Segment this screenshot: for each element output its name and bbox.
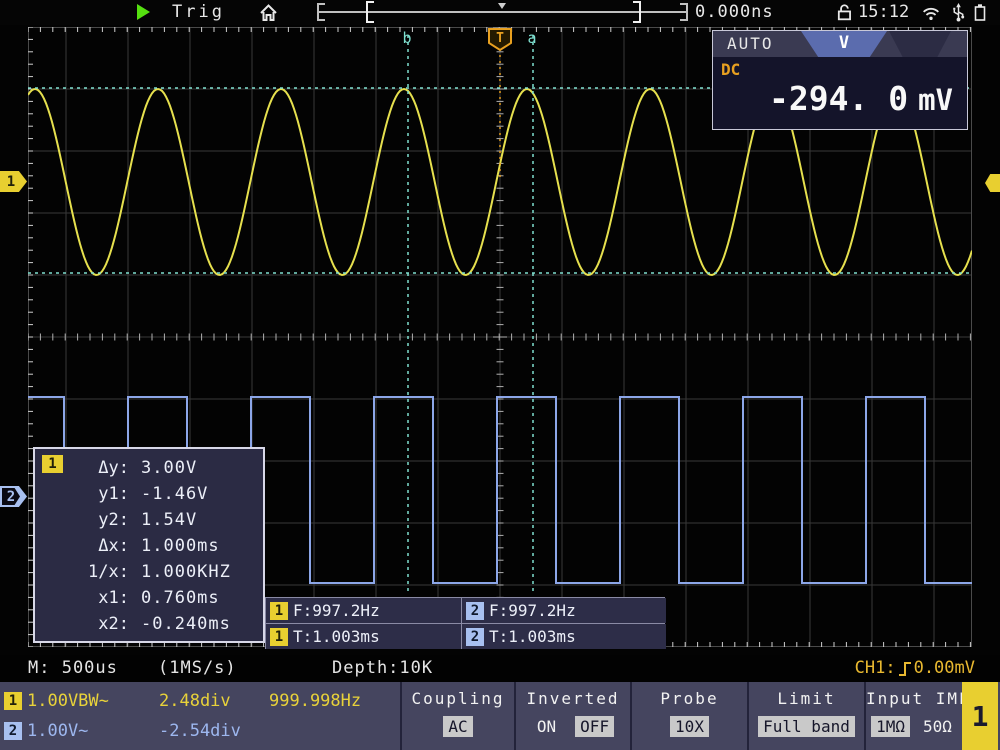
multimeter-mode: AUTO	[727, 34, 774, 53]
cursor-row-y1: y1:-1.46V	[41, 481, 255, 507]
probe-option-10x[interactable]: 10X	[670, 716, 709, 737]
multimeter-body: DC -294. 0mV	[713, 57, 967, 129]
limit-option-fullband[interactable]: Full band	[758, 716, 855, 737]
status-bar: M: 500us (1MS/s) Depth:10K CH1: 0.00mV	[0, 655, 1000, 682]
ch1-badge[interactable]: 1	[4, 692, 22, 710]
home-icon[interactable]	[258, 2, 279, 23]
sample-rate-readout: (1MS/s)	[158, 658, 237, 678]
rising-edge-icon	[898, 660, 912, 677]
top-bar: Trig 0.000ns 15:12	[0, 0, 1000, 25]
multimeter-header: AUTO V	[713, 31, 967, 57]
measurement-value: T:1.003ms	[293, 627, 380, 646]
coupling-option-ac[interactable]: AC	[443, 716, 472, 737]
battery-icon	[972, 3, 988, 22]
measurement-value: F:997.2Hz	[293, 601, 380, 620]
ch1-info-row: 1 1.00VBW~ 2.48div 999.998Hz	[0, 686, 400, 716]
cursor-row-dx: Δx:1.000ms	[41, 533, 255, 559]
input-imp-option-1mohm[interactable]: 1MΩ	[871, 716, 910, 737]
trigger-level-arrow[interactable]	[985, 174, 1000, 192]
multimeter-volts-tab[interactable]: V	[801, 31, 887, 57]
cursor-b-label[interactable]: b	[402, 29, 411, 47]
auto-measurements: 1 F:997.2Hz 2 F:997.2Hz 1 T:1.003ms 2 T:…	[265, 597, 665, 649]
cursor-measure-panel: 1 Δy:3.00V y1:-1.46V y2:1.54V Δx:1.000ms…	[33, 447, 265, 643]
ch1-position-marker[interactable]: 1	[0, 171, 27, 192]
channel-badge: 2	[466, 628, 484, 646]
cursor-row-1overx: 1/x:1.000KHZ	[41, 559, 255, 585]
horizontal-offset-readout: 0.000ns	[695, 2, 774, 22]
limit-label: Limit	[749, 689, 864, 708]
menu-coupling: Coupling AC	[400, 682, 514, 750]
ch2-badge[interactable]: 2	[4, 722, 22, 740]
multimeter-reading: -294. 0mV	[769, 79, 953, 118]
input-imp-label: Input IMP	[866, 689, 962, 708]
coupling-label: Coupling	[402, 689, 514, 708]
measurement-item: 2 T:1.003ms	[462, 624, 666, 649]
multimeter-empty-tab[interactable]	[889, 31, 951, 57]
trigger-position-pointer	[498, 3, 506, 9]
inverted-option-off[interactable]: OFF	[575, 716, 614, 737]
oscilloscope-screen: Trig 0.000ns 15:12	[0, 0, 1000, 750]
cursor-row-x2: x2:-0.240ms	[41, 611, 255, 637]
cursor-row-x1: x1:0.760ms	[41, 585, 255, 611]
cursor-row-dy: Δy:3.00V	[41, 455, 255, 481]
clock: 15:12	[858, 2, 909, 22]
menu-inverted: Inverted ON OFF	[514, 682, 630, 750]
trigger-readout: CH1: 0.00mV	[855, 658, 975, 678]
ch1-offset: 2.48div	[159, 691, 269, 711]
multimeter-panel: AUTO V DC -294. 0mV	[712, 30, 968, 130]
lock-icon	[836, 3, 854, 21]
ch2-offset: -2.54div	[159, 721, 269, 741]
measurement-value: T:1.003ms	[489, 627, 576, 646]
svg-text:T: T	[496, 31, 504, 46]
multimeter-coupling: DC	[721, 60, 740, 79]
ch1-trigger-frequency: 999.998Hz	[269, 691, 361, 711]
ch2-position-marker[interactable]: 2	[0, 486, 27, 507]
memory-depth-readout: Depth:10K	[332, 658, 433, 678]
cursor-channel-badge: 1	[42, 455, 63, 473]
menu-probe: Probe 10X	[630, 682, 747, 750]
probe-label: Probe	[632, 689, 747, 708]
timebase-readout: M: 500us	[28, 658, 118, 678]
ch2-scale: 1.00V~	[27, 721, 159, 741]
measurement-item: 2 F:997.2Hz	[462, 598, 666, 623]
measurement-item: 1 F:997.2Hz	[266, 598, 461, 623]
measurement-value: F:997.2Hz	[489, 601, 576, 620]
ch2-info-row: 2 1.00V~ -2.54div	[0, 716, 400, 746]
menu-channel-tab[interactable]: 1	[962, 682, 998, 750]
memory-window-indicator[interactable]	[315, 1, 690, 24]
inverted-option-on[interactable]: ON	[532, 716, 561, 737]
ch1-scale: 1.00VBW~	[27, 691, 159, 711]
run-play-icon[interactable]	[137, 4, 150, 20]
channel-info-block: 1 1.00VBW~ 2.48div 999.998Hz 2 1.00V~ -2…	[0, 682, 400, 750]
cursor-row-y2: y2:1.54V	[41, 507, 255, 533]
channel-badge: 1	[270, 602, 288, 620]
bottom-menu-bar: 1 1.00VBW~ 2.48div 999.998Hz 2 1.00V~ -2…	[0, 682, 1000, 750]
wifi-icon	[922, 4, 940, 21]
waveform-display-area[interactable]: T b a 1 2 1 Δy:3.00V y1:-1.46V y2:1.54V …	[0, 25, 1000, 655]
channel-badge: 2	[466, 602, 484, 620]
usb-icon	[950, 3, 967, 22]
inverted-label: Inverted	[516, 689, 630, 708]
input-imp-option-50ohm[interactable]: 50Ω	[918, 716, 957, 737]
menu-input-imp: Input IMP 1MΩ 50Ω	[864, 682, 962, 750]
channel-badge: 1	[270, 628, 288, 646]
measurement-item: 1 T:1.003ms	[266, 624, 461, 649]
trigger-status-label: Trig	[172, 2, 225, 22]
menu-limit: Limit Full band	[747, 682, 864, 750]
cursor-a-label[interactable]: a	[527, 29, 536, 47]
